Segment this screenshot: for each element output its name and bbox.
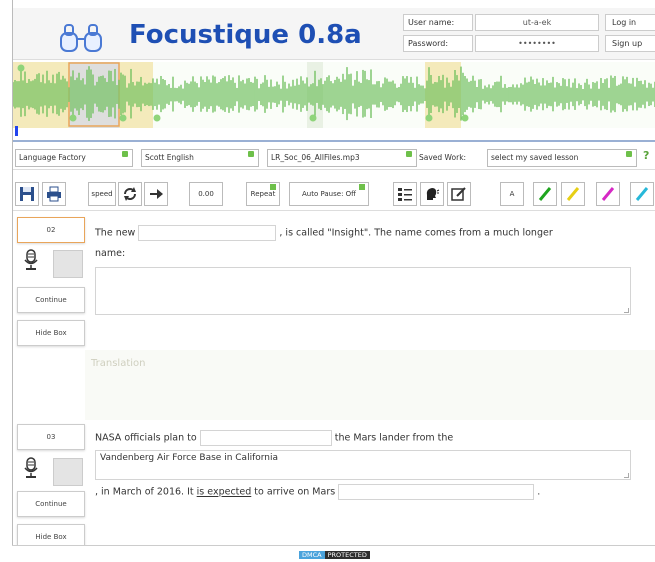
sentence-number-button[interactable]: 02 [17, 217, 85, 243]
dmca-badge-left: DMCA [299, 551, 325, 559]
timeline-scrollbar[interactable] [13, 128, 655, 142]
playback-box-2[interactable] [53, 458, 83, 486]
language-factory-select[interactable]: Language Factory [15, 149, 133, 167]
save-icon [20, 187, 34, 201]
arrow-right-icon [150, 189, 163, 199]
signup-button[interactable]: Sign up [605, 35, 655, 52]
edit-icon [451, 187, 466, 201]
waveform-panel[interactable] [13, 62, 655, 128]
waveform-graphic[interactable] [13, 62, 655, 128]
footer: DMCA PROTECTED [12, 545, 655, 562]
segment-marker[interactable] [461, 114, 469, 122]
zoom-value[interactable]: 0.00 [189, 182, 223, 206]
file-select[interactable]: LR_Soc_06_AllFiles.mp3 [267, 149, 417, 167]
sentence-2-text-after: the Mars lander from the [334, 432, 454, 444]
speaking-head-icon [426, 188, 440, 200]
sentence-text-before: The new [95, 227, 136, 239]
segment-marker[interactable] [119, 114, 127, 122]
loop-icon [124, 187, 136, 201]
saved-work-select[interactable]: select my saved lesson [487, 149, 637, 167]
hide-box-button[interactable]: Hide Box [17, 320, 85, 346]
segment-marker[interactable] [69, 114, 77, 122]
answer-blank[interactable] [138, 225, 277, 241]
answer-blank-2[interactable] [199, 430, 332, 446]
green-pen-icon [538, 187, 552, 201]
user-name-input[interactable]: ut-a-ek [475, 14, 599, 31]
blue-pen-icon [635, 187, 649, 201]
toolbar: speed 0.00 Repeat Auto Pause: Off A [13, 175, 655, 211]
dmca-badge[interactable]: DMCA PROTECTED [299, 550, 370, 560]
help-icon[interactable]: ? [643, 149, 649, 162]
record-button[interactable]: A [500, 182, 524, 206]
playhead-marker[interactable] [15, 126, 18, 136]
segment-marker[interactable] [425, 114, 433, 122]
pink-highlighter-button[interactable] [596, 182, 620, 206]
password-label: Password: [403, 35, 473, 52]
settings-bar: Language Factory Scott English LR_Soc_06… [13, 146, 655, 170]
save-button[interactable] [15, 182, 39, 206]
translation-area[interactable] [85, 350, 655, 420]
speak-button[interactable] [420, 182, 444, 206]
yellow-highlighter-button[interactable] [561, 182, 585, 206]
playback-box[interactable] [53, 250, 83, 278]
hide-box-button-2[interactable]: Hide Box [17, 524, 85, 545]
sentence-2-line-3: , in March of 2016. It is expected to ar… [95, 484, 540, 500]
user-name-label: User name: [403, 14, 473, 31]
print-button[interactable] [42, 182, 66, 206]
mode-select[interactable]: Repeat [246, 182, 280, 206]
segment-marker[interactable] [17, 64, 25, 72]
logo-icon [60, 24, 102, 52]
translation-label: Translation [91, 358, 146, 369]
sentence-2-line-3-before: , in March of 2016. It [95, 486, 194, 498]
answer-blank-3[interactable] [338, 484, 535, 500]
continue-button-2[interactable]: Continue [17, 491, 85, 517]
segment-marker[interactable] [153, 114, 161, 122]
answer-textarea-2[interactable]: Vandenberg Air Force Base in California [95, 450, 631, 480]
sentence-text-after: , is called "Insight". The name comes fr… [279, 227, 553, 239]
list-button[interactable] [393, 182, 417, 206]
green-highlighter-button[interactable] [533, 182, 557, 206]
pink-pen-icon [601, 187, 615, 201]
login-button[interactable]: Log in [605, 14, 655, 31]
app-title: Focustique 0.8a [129, 20, 362, 50]
continue-button[interactable]: Continue [17, 287, 85, 313]
saved-work-label: Saved Work: [419, 153, 467, 162]
print-icon [47, 186, 61, 202]
expected-link[interactable]: is expected [197, 487, 252, 498]
sentence-2-text-before: NASA officials plan to [95, 432, 197, 444]
sentence-2-line-3-end: . [537, 486, 541, 498]
sentence-line-2: name: [95, 248, 126, 259]
sentence-text-2: NASA officials plan to the Mars lander f… [95, 430, 453, 446]
list-icon [398, 188, 412, 201]
sentence-2-line-3-after: to arrive on Mars [254, 486, 336, 498]
loop-button[interactable] [118, 182, 142, 206]
speed-button[interactable]: speed [88, 182, 116, 206]
blue-highlighter-button[interactable] [630, 182, 654, 206]
auto-pause-select[interactable]: Auto Pause: Off [289, 182, 369, 206]
microphone-icon[interactable] [23, 249, 39, 271]
password-input[interactable]: •••••••• [475, 35, 599, 52]
app-window: Focustique 0.8a User name: ut-a-ek Log i… [12, 0, 655, 545]
segment-marker[interactable] [309, 114, 317, 122]
microphone-icon-2[interactable] [23, 457, 39, 479]
yellow-pen-icon [566, 187, 580, 201]
next-button[interactable] [144, 182, 168, 206]
sentence-number-button-2[interactable]: 03 [17, 424, 85, 450]
voice-select[interactable]: Scott English [141, 149, 259, 167]
header: Focustique 0.8a User name: ut-a-ek Log i… [13, 8, 655, 60]
edit-button[interactable] [447, 182, 471, 206]
dmca-badge-right: PROTECTED [324, 551, 370, 559]
sentence-text: The new , is called "Insight". The name … [95, 225, 553, 241]
answer-textarea[interactable] [95, 267, 631, 315]
